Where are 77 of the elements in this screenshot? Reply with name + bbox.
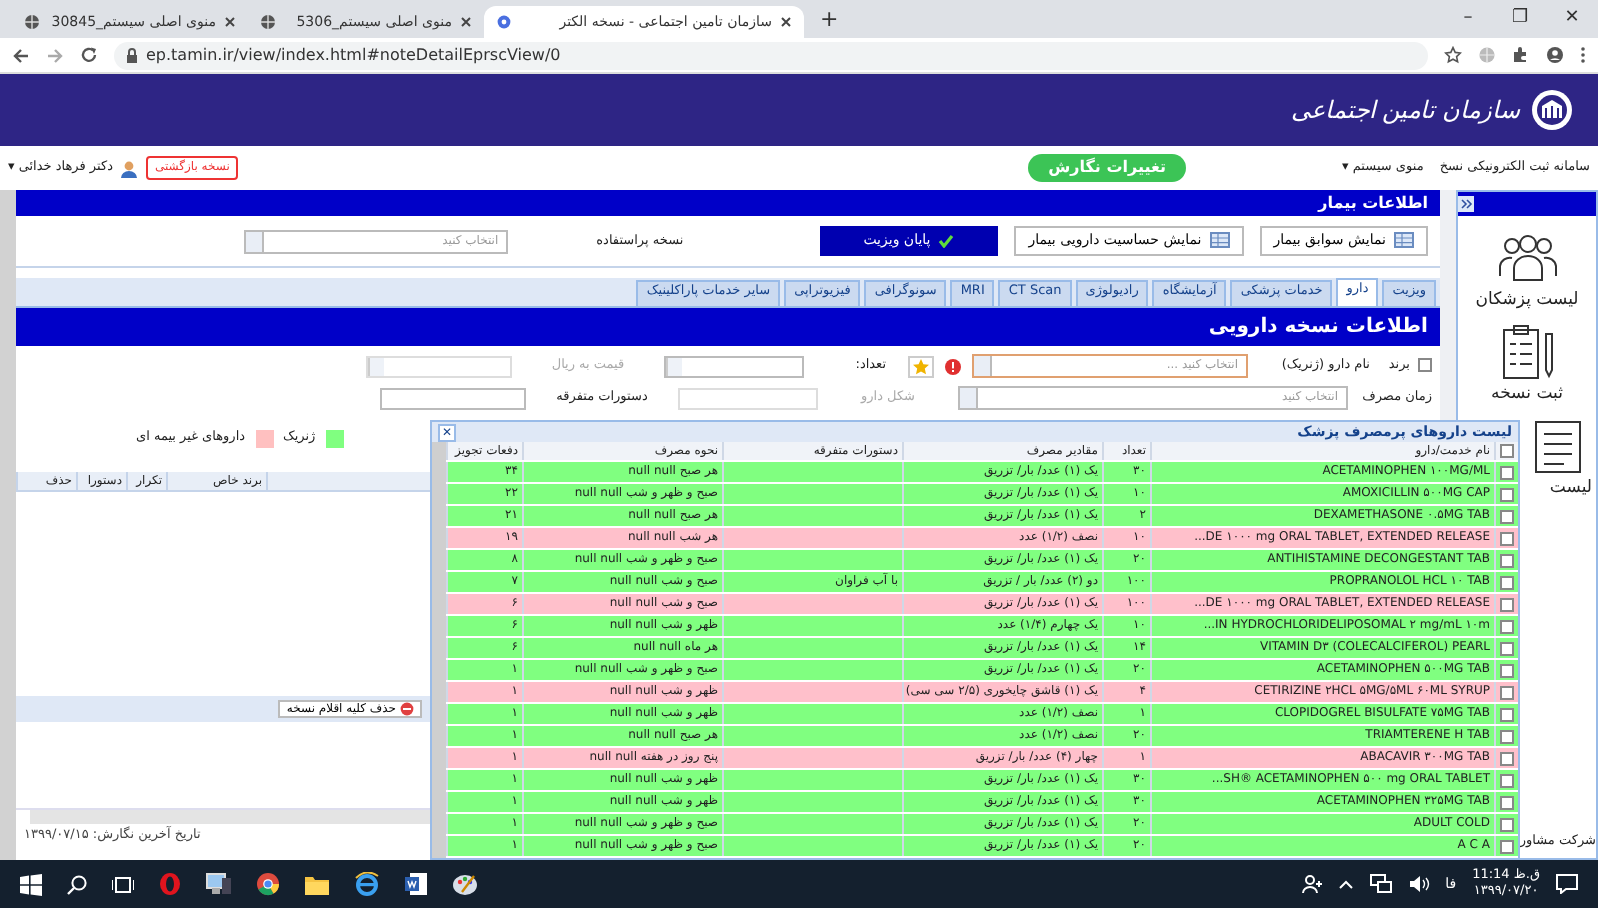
close-icon[interactable]: [224, 16, 236, 28]
count-field[interactable]: [664, 355, 804, 377]
network-icon[interactable]: [1369, 874, 1392, 894]
checkbox[interactable]: [1500, 553, 1514, 567]
expand-icon[interactable]: [1458, 196, 1474, 212]
back-icon[interactable]: [12, 47, 30, 63]
sidebar-item[interactable]: ثبت نسخه: [1491, 384, 1563, 405]
checkbox[interactable]: [1500, 575, 1514, 589]
window-control[interactable]: ❐: [1494, 0, 1546, 38]
reload-icon[interactable]: [80, 46, 98, 64]
section-header: اطلاعات بیمار: [16, 190, 1440, 216]
folder-icon[interactable]: [304, 873, 330, 895]
checkbox[interactable]: [1500, 773, 1514, 787]
instructions-field[interactable]: [380, 387, 526, 409]
checkbox[interactable]: [1500, 487, 1514, 501]
check-icon: [938, 233, 955, 248]
new-tab-button[interactable]: +: [804, 5, 855, 33]
lock-icon: [126, 47, 138, 63]
document-app-icon[interactable]: [404, 872, 428, 896]
globe-icon: [24, 14, 40, 30]
profile-icon[interactable]: [1546, 46, 1564, 64]
chevron-up-icon[interactable]: [1337, 878, 1354, 890]
volume-icon[interactable]: [1407, 874, 1430, 894]
windows-icon[interactable]: [20, 873, 42, 895]
checkbox[interactable]: [1500, 751, 1514, 765]
logo-text: سازمان تامین اجتماعی: [1290, 95, 1520, 125]
window-control[interactable]: ✕: [1546, 0, 1598, 38]
notification-icon[interactable]: [1556, 874, 1578, 894]
scrollbar[interactable]: [0, 190, 16, 860]
checkbox[interactable]: [1500, 531, 1514, 545]
close-icon[interactable]: [460, 16, 472, 28]
checkbox[interactable]: [1500, 839, 1514, 853]
globe-icon: [260, 14, 276, 30]
checkbox[interactable]: [1500, 707, 1514, 721]
form-field[interactable]: [678, 387, 818, 409]
logo-icon: [1530, 88, 1574, 132]
checkbox[interactable]: [1500, 465, 1514, 479]
paint-icon[interactable]: [452, 872, 478, 896]
alert-icon: [944, 357, 962, 375]
checkbox[interactable]: [1500, 729, 1514, 743]
checkbox[interactable]: [1500, 509, 1514, 523]
task-view-icon[interactable]: [112, 873, 134, 895]
address-field[interactable]: ep.tamin.ir/view/index.html#noteDetailEprscView/0: [114, 41, 1428, 69]
scrollbar[interactable]: [432, 442, 446, 858]
section-header: اطلاعات نسخه دارویی: [16, 308, 1440, 346]
browser-icon[interactable]: [354, 872, 380, 896]
checkbox[interactable]: [1500, 641, 1514, 655]
checkbox[interactable]: [1500, 795, 1514, 809]
minus-icon: [400, 702, 414, 716]
checkbox[interactable]: [1500, 619, 1514, 633]
gear-icon: [496, 14, 512, 30]
checkbox[interactable]: [1500, 444, 1514, 458]
close-icon[interactable]: [780, 16, 792, 28]
puzzle-icon[interactable]: [1512, 46, 1530, 64]
checkbox[interactable]: [1500, 817, 1514, 831]
sidebar-item[interactable]: لیست: [1549, 478, 1592, 500]
ring-icon[interactable]: [158, 872, 182, 896]
price-field[interactable]: [366, 355, 512, 377]
favorite-button[interactable]: [908, 355, 934, 377]
computer-icon[interactable]: [206, 872, 232, 896]
search-icon[interactable]: [66, 873, 88, 895]
table-icon: [1394, 232, 1414, 249]
globe-icon[interactable]: [1478, 46, 1496, 64]
checkbox[interactable]: [1500, 597, 1514, 611]
checkbox[interactable]: [1500, 663, 1514, 677]
window-control[interactable]: –: [1442, 0, 1494, 38]
chrome-icon[interactable]: [256, 872, 280, 896]
people-icon[interactable]: [1301, 874, 1322, 894]
checkbox[interactable]: [1500, 685, 1514, 699]
star-icon: [912, 357, 930, 375]
table-icon: [1209, 232, 1230, 249]
scrollbar[interactable]: [30, 810, 430, 824]
more-icon[interactable]: [1580, 46, 1586, 64]
forward-icon[interactable]: [46, 47, 64, 63]
sidebar-item[interactable]: لیست پزشکان: [1475, 290, 1579, 311]
star-icon[interactable]: [1444, 46, 1462, 64]
user-icon: [120, 159, 139, 177]
